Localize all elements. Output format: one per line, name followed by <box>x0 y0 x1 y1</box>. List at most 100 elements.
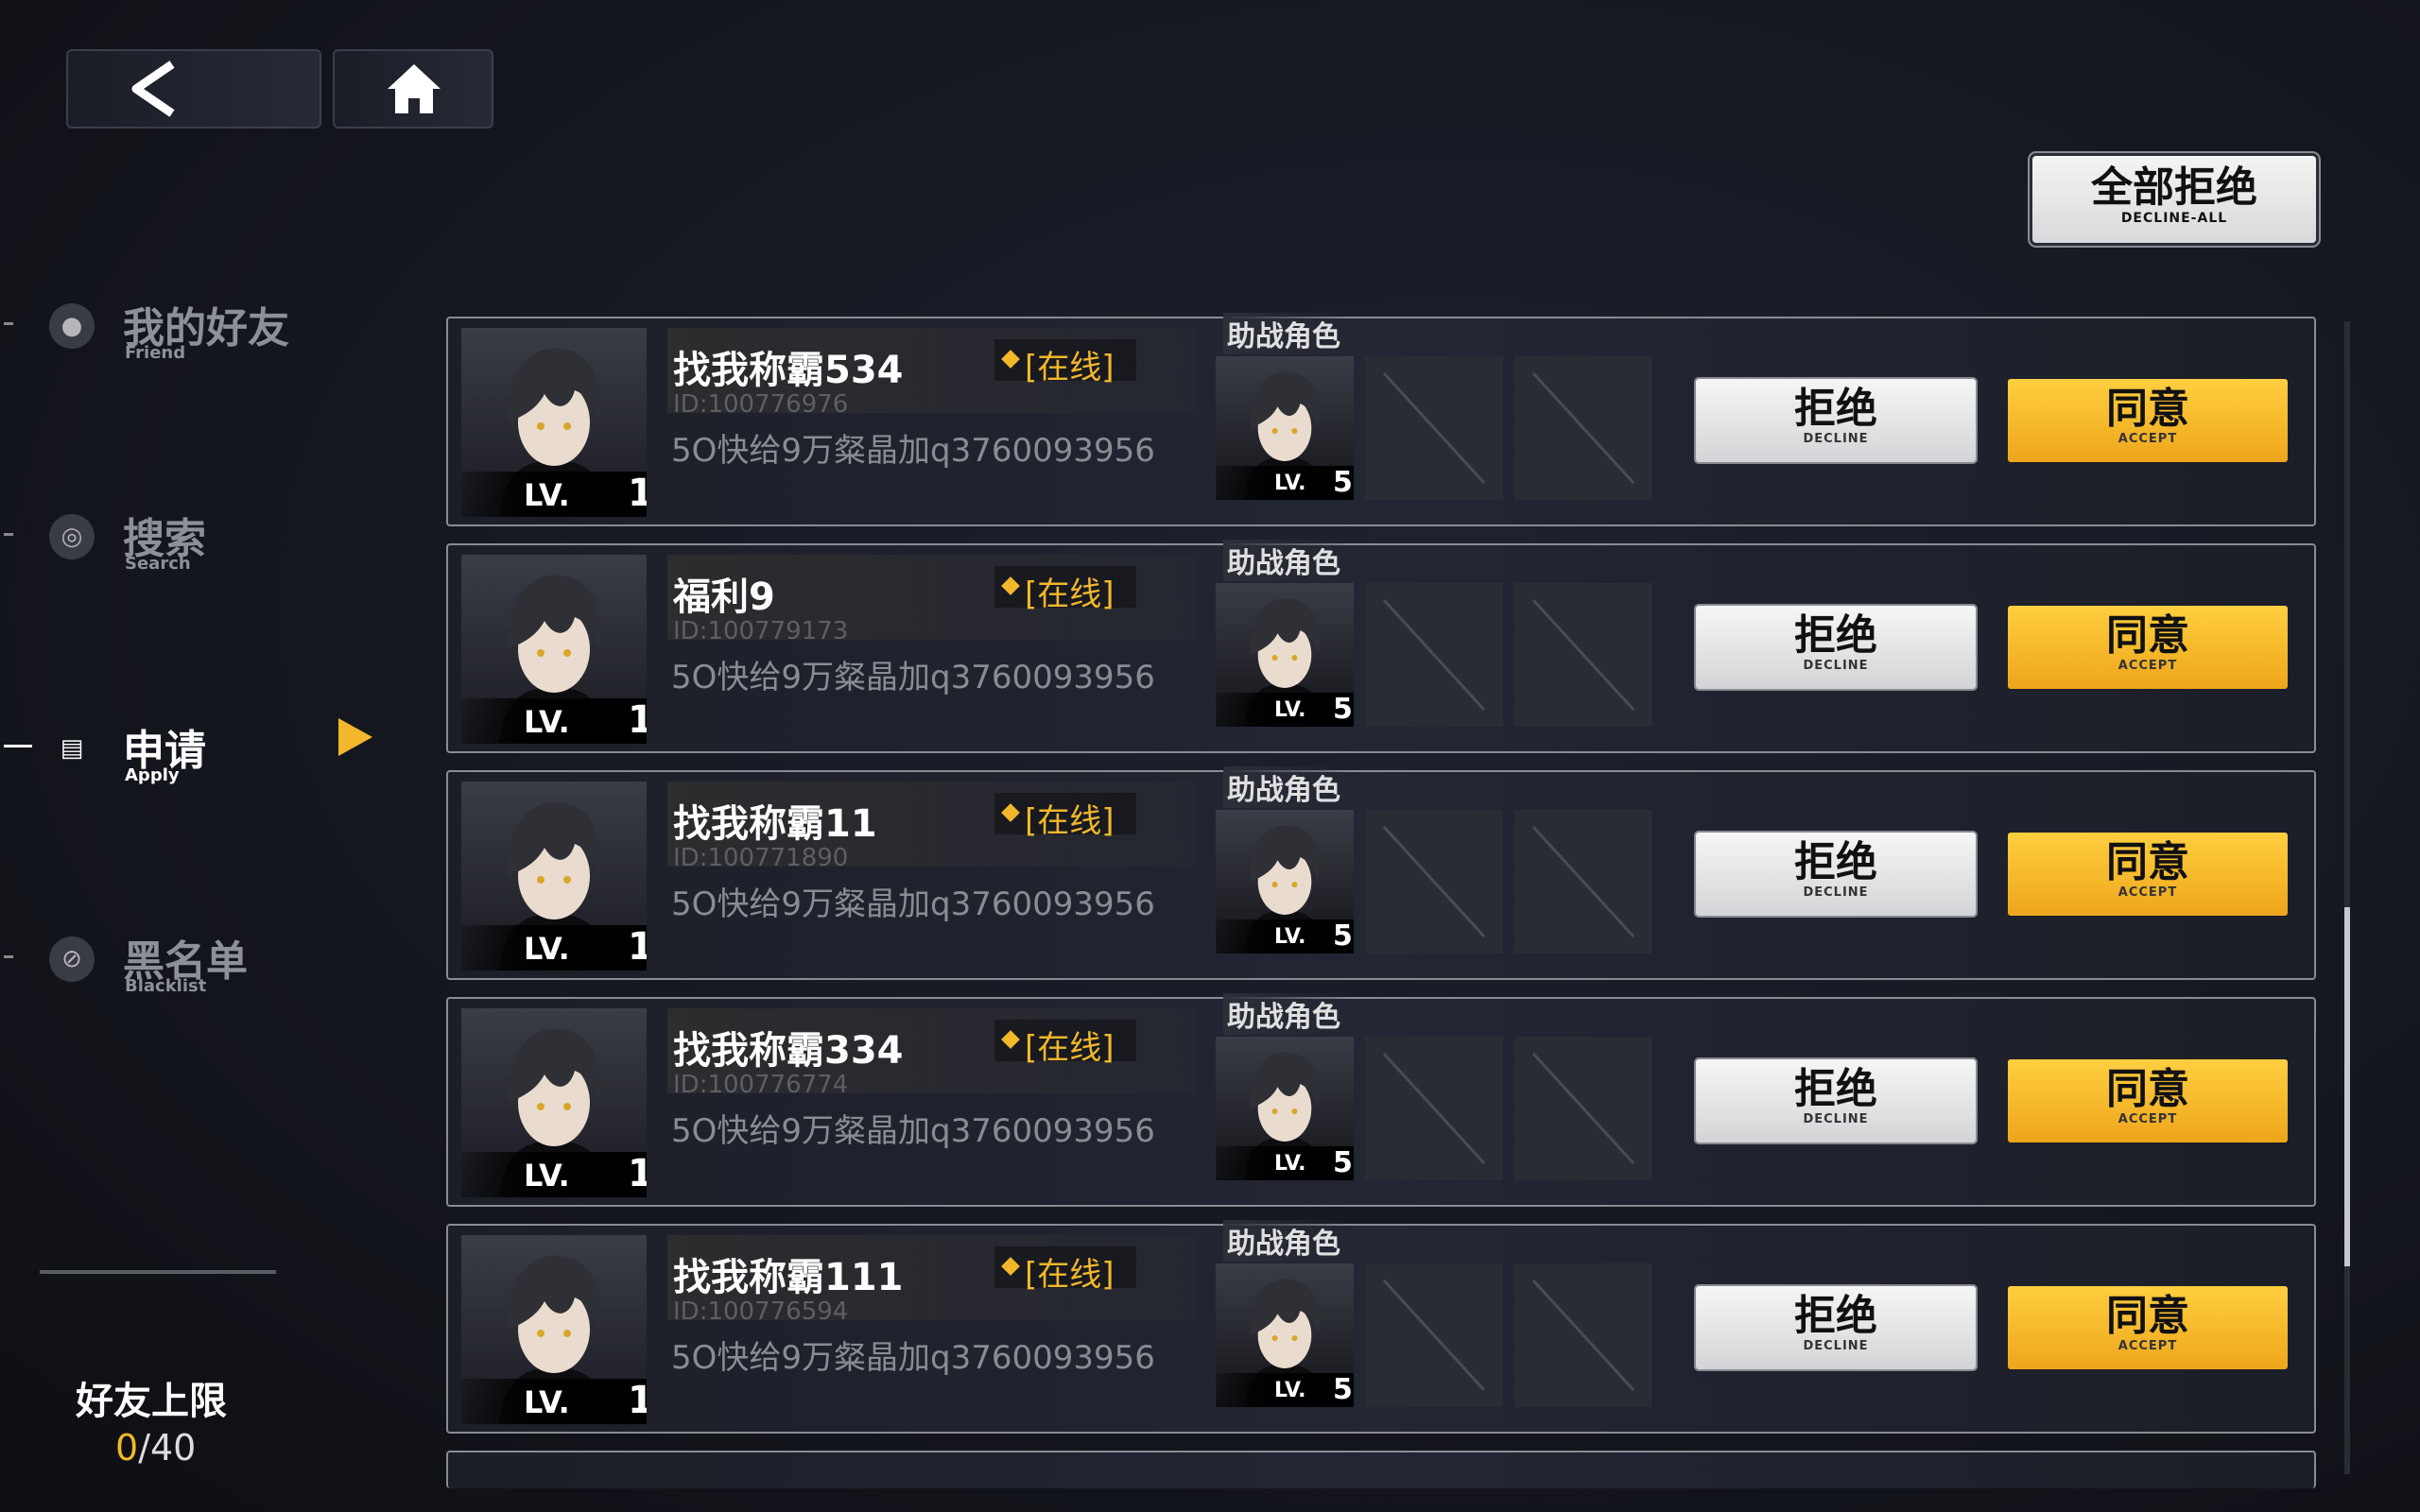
level-bar: LV. 1 <box>461 925 647 971</box>
decline-label: 拒绝 <box>1794 838 1877 886</box>
level-prefix: LV. <box>524 1384 570 1420</box>
player-name: 找我称霸534 <box>673 349 904 392</box>
request-card-partial <box>446 1451 2316 1488</box>
player-avatar[interactable]: LV. 1 <box>461 328 647 517</box>
friend-limit-value: 0/40 <box>115 1427 196 1469</box>
status-text: [在线] <box>1025 802 1115 840</box>
online-status: [在线] <box>994 1020 1136 1067</box>
level-prefix: LV. <box>524 931 570 967</box>
player-name: 找我称霸334 <box>673 1029 904 1073</box>
assist-character-avatar[interactable]: LV. 5 <box>1216 356 1354 500</box>
online-status: [在线] <box>994 339 1136 387</box>
sidebar-item-search[interactable]: ◎ 搜索 Search <box>0 499 378 584</box>
status-diamond-icon <box>1001 1257 1020 1276</box>
decline-sublabel: DECLINE <box>1803 432 1869 446</box>
friend-limit-current: 0 <box>115 1427 139 1469</box>
player-id: ID:100779173 <box>673 617 849 645</box>
empty-slot <box>1514 810 1652 954</box>
accept-button[interactable]: 同意 ACCEPT <box>2008 606 2288 689</box>
person-icon: ● <box>49 303 95 349</box>
home-button[interactable] <box>333 49 493 129</box>
level-bar: LV. 5 <box>1216 693 1354 727</box>
assist-character-avatar[interactable]: LV. 5 <box>1216 583 1354 727</box>
player-level: 1 <box>628 1379 647 1422</box>
empty-slot <box>1365 1263 1503 1407</box>
decline-label: 拒绝 <box>1794 1065 1877 1113</box>
assist-label: 助战角色 <box>1223 766 1350 808</box>
sidebar-item-sublabel: Friend <box>125 343 186 363</box>
decline-button[interactable]: 拒绝 DECLINE <box>1696 606 1976 689</box>
status-diamond-icon <box>1001 576 1020 595</box>
decline-button[interactable]: 拒绝 DECLINE <box>1696 1286 1976 1369</box>
accept-sublabel: ACCEPT <box>2118 1112 2178 1126</box>
player-avatar[interactable]: LV. 1 <box>461 782 647 971</box>
empty-slot <box>1365 356 1503 500</box>
level-bar: LV. 5 <box>1216 919 1354 954</box>
status-diamond-icon <box>1001 1030 1020 1049</box>
decline-button[interactable]: 拒绝 DECLINE <box>1696 379 1976 462</box>
player-level: 1 <box>628 472 647 515</box>
status-diamond-icon <box>1001 350 1020 369</box>
player-name: 找我称霸11 <box>673 802 877 846</box>
decline-all-button[interactable]: 全部拒绝 DECLINE-ALL <box>2032 156 2316 243</box>
request-message: 5O快给9万粲晶加q3760093956 <box>671 659 1155 696</box>
sidebar-item-sublabel: Search <box>125 554 191 574</box>
accept-button[interactable]: 同意 ACCEPT <box>2008 833 2288 916</box>
sidebar-item-sublabel: Blacklist <box>125 976 207 996</box>
accept-label: 同意 <box>2106 838 2189 886</box>
sidebar-item-blacklist[interactable]: ⊘ 黑名单 Blacklist <box>0 921 378 1006</box>
decline-button[interactable]: 拒绝 DECLINE <box>1696 833 1976 916</box>
assist-label: 助战角色 <box>1223 313 1350 354</box>
accept-button[interactable]: 同意 ACCEPT <box>2008 1286 2288 1369</box>
accept-button[interactable]: 同意 ACCEPT <box>2008 379 2288 462</box>
empty-slot <box>1514 1263 1652 1407</box>
player-avatar[interactable]: LV. 1 <box>461 555 647 744</box>
assist-character-avatar[interactable]: LV. 5 <box>1216 810 1354 954</box>
status-text: [在线] <box>1025 349 1115 387</box>
search-icon: ◎ <box>49 514 95 559</box>
sidebar-item-friend[interactable]: ● 我的好友 Friend <box>0 288 378 373</box>
assist-level: 5 <box>1333 1373 1353 1406</box>
player-level: 1 <box>628 925 647 969</box>
level-prefix: LV. <box>1274 1152 1306 1176</box>
online-status: [在线] <box>994 793 1136 840</box>
online-status: [在线] <box>994 1246 1136 1294</box>
player-name: 福利9 <box>673 576 775 619</box>
decline-all-label: 全部拒绝 <box>2091 163 2257 212</box>
level-bar: LV. 1 <box>461 698 647 744</box>
empty-slot <box>1514 1037 1652 1180</box>
accept-label: 同意 <box>2106 385 2189 433</box>
empty-slot <box>1365 810 1503 954</box>
accept-label: 同意 <box>2106 1292 2189 1340</box>
sidebar-item-apply[interactable]: ▤ 申请 Apply <box>0 711 378 796</box>
status-diamond-icon <box>1001 803 1020 822</box>
friend-limit-label: 好友上限 <box>76 1380 227 1423</box>
level-prefix: LV. <box>524 704 570 740</box>
friend-limit-max: /40 <box>138 1427 197 1469</box>
request-message: 5O快给9万粲晶加q3760093956 <box>671 1112 1155 1150</box>
decline-label: 拒绝 <box>1794 1292 1877 1340</box>
decline-label: 拒绝 <box>1794 385 1877 433</box>
player-avatar[interactable]: LV. 1 <box>461 1235 647 1424</box>
back-arrow-icon <box>131 60 175 117</box>
player-avatar[interactable]: LV. 1 <box>461 1008 647 1197</box>
assist-character-avatar[interactable]: LV. 5 <box>1216 1037 1354 1180</box>
level-prefix: LV. <box>1274 472 1306 495</box>
decline-button[interactable]: 拒绝 DECLINE <box>1696 1059 1976 1143</box>
scrollbar[interactable] <box>2344 321 2350 1474</box>
status-text: [在线] <box>1025 576 1115 613</box>
assist-level: 5 <box>1333 693 1353 726</box>
level-bar: LV. 5 <box>1216 1146 1354 1180</box>
level-bar: LV. 1 <box>461 472 647 517</box>
status-text: [在线] <box>1025 1256 1115 1294</box>
back-button[interactable] <box>66 49 321 129</box>
accept-button[interactable]: 同意 ACCEPT <box>2008 1059 2288 1143</box>
status-text: [在线] <box>1025 1029 1115 1067</box>
assist-character-avatar[interactable]: LV. 5 <box>1216 1263 1354 1407</box>
online-status: [在线] <box>994 566 1136 613</box>
accept-sublabel: ACCEPT <box>2118 432 2178 446</box>
decline-sublabel: DECLINE <box>1803 885 1869 900</box>
scrollbar-thumb[interactable] <box>2344 907 2350 1266</box>
level-prefix: LV. <box>524 1158 570 1194</box>
accept-sublabel: ACCEPT <box>2118 885 2178 900</box>
